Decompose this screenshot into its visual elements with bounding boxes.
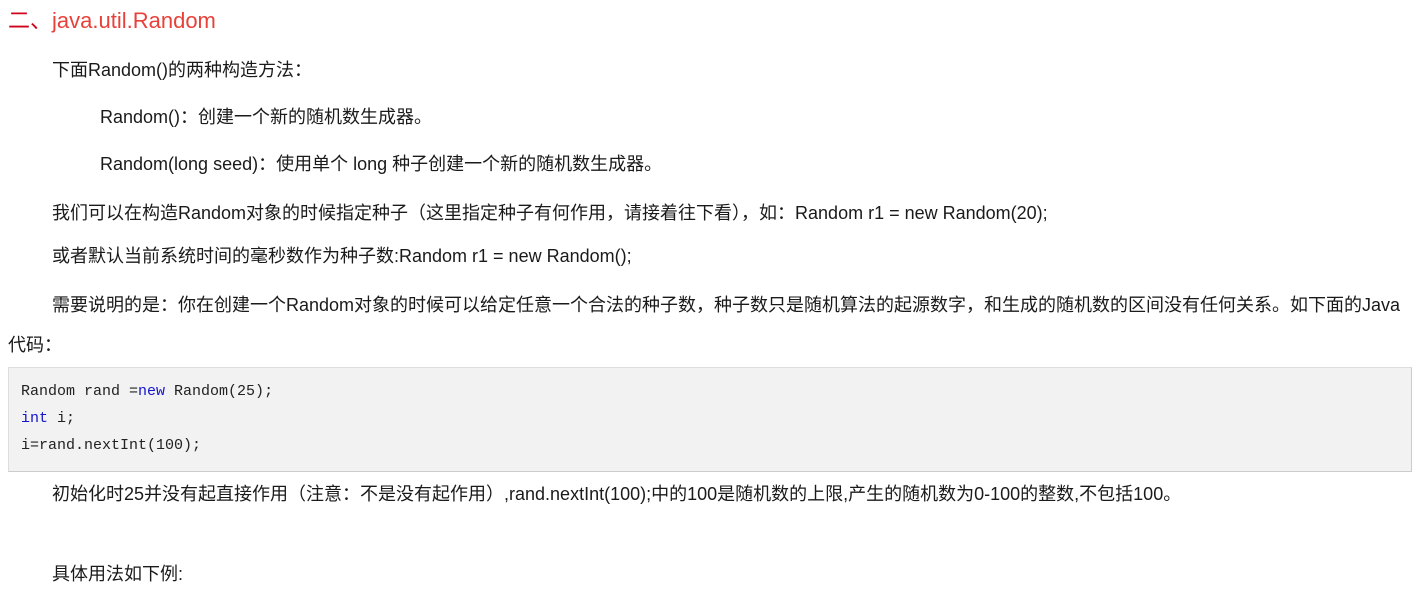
code-line-2: int i; bbox=[21, 405, 1399, 432]
heading-title: java.util.Random bbox=[52, 8, 216, 33]
document-page: 二、java.util.Random 下面Random()的两种构造方法： Ra… bbox=[0, 0, 1425, 602]
code-text: i; bbox=[48, 410, 76, 427]
code-text: Random(25); bbox=[165, 383, 274, 400]
code-keyword: int bbox=[21, 410, 49, 427]
constructor-line-1: Random()：创建一个新的随机数生成器。 bbox=[100, 107, 433, 127]
paragraph-default-seed: 或者默认当前系统时间的毫秒数作为种子数:Random r1 = new Rand… bbox=[52, 246, 632, 266]
code-text: i=rand.nextInt(100); bbox=[21, 437, 202, 454]
page-title: 二、java.util.Random bbox=[8, 6, 216, 36]
paragraph-usage-intro: 具体用法如下例: bbox=[52, 564, 184, 584]
paragraph-seed-specify: 我们可以在构造Random对象的时候指定种子（这里指定种子有何作用，请接着往下看… bbox=[52, 203, 1048, 223]
code-line-1: Random rand =new Random(25); bbox=[21, 378, 1399, 405]
intro-line: 下面Random()的两种构造方法： bbox=[52, 60, 313, 80]
code-text: Random rand = bbox=[21, 383, 139, 400]
paragraph-init-note: 初始化时25并没有起直接作用（注意：不是没有起作用）,rand.nextInt(… bbox=[52, 484, 1182, 504]
paragraph-seed-explanation: 需要说明的是：你在创建一个Random对象的时候可以给定任意一个合法的种子数，种… bbox=[8, 295, 1401, 355]
code-keyword: new bbox=[138, 383, 166, 400]
heading-number: 二、 bbox=[8, 8, 53, 33]
code-block: Random rand =new Random(25); int i; i=ra… bbox=[8, 367, 1412, 472]
code-line-3: i=rand.nextInt(100); bbox=[21, 432, 1399, 459]
constructor-line-2: Random(long seed)：使用单个 long 种子创建一个新的随机数生… bbox=[100, 154, 663, 174]
